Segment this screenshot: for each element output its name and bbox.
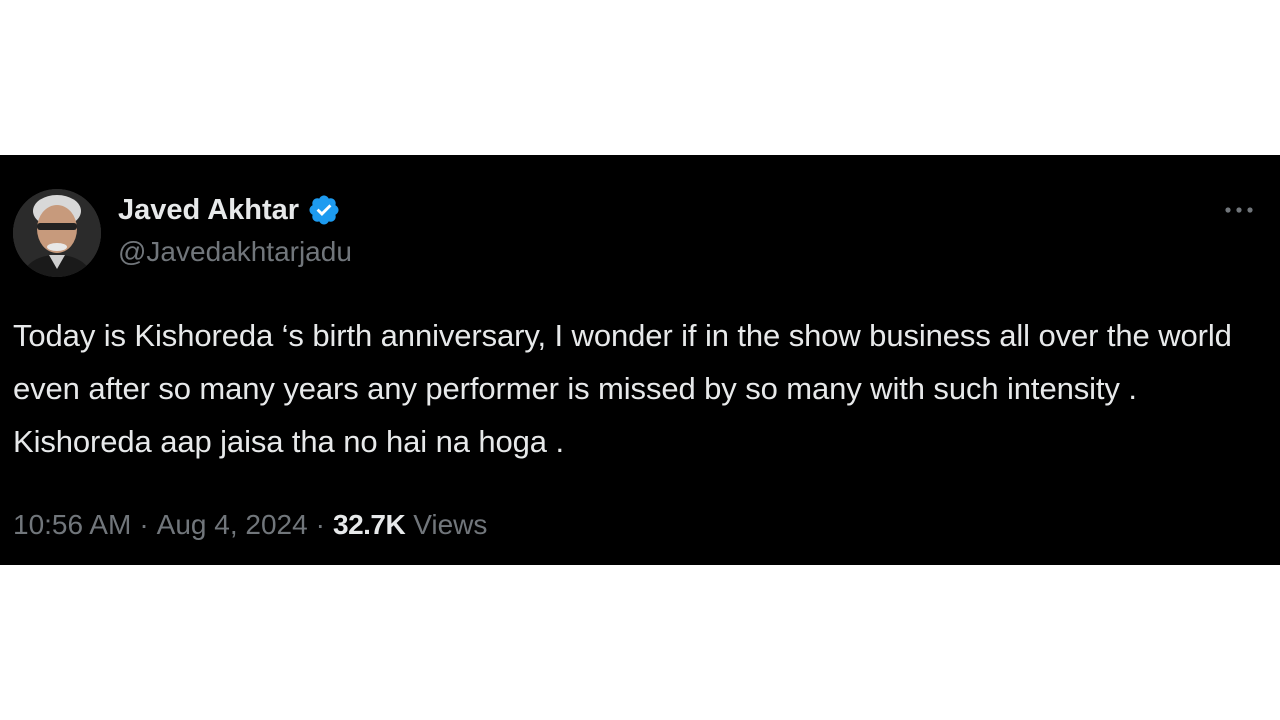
tweet-text: Today is Kishoreda ‘s birth anniversary,…: [13, 318, 1232, 459]
meta-separator: ·: [315, 509, 325, 540]
views-count[interactable]: 32.7K: [333, 509, 406, 541]
author-handle[interactable]: @Javedakhtarjadu: [118, 236, 352, 268]
avatar[interactable]: [13, 189, 101, 277]
more-options-icon[interactable]: [1221, 198, 1257, 222]
author-name[interactable]: Javed Akhtar: [118, 194, 299, 227]
tweet-meta: 10:56 AM · Aug 4, 2024 · 32.7K Views: [13, 505, 487, 545]
author-row: Javed Akhtar: [118, 190, 341, 230]
verified-badge-icon[interactable]: [307, 193, 341, 227]
page: Javed Akhtar @Javedakhtarjadu Today is K…: [0, 0, 1280, 720]
views-label: Views: [413, 509, 488, 540]
meta-separator: ·: [139, 509, 149, 540]
avatar-photo: [13, 189, 101, 277]
tweet-date[interactable]: Aug 4, 2024: [157, 509, 308, 541]
tweet-time[interactable]: 10:56 AM: [13, 509, 131, 541]
